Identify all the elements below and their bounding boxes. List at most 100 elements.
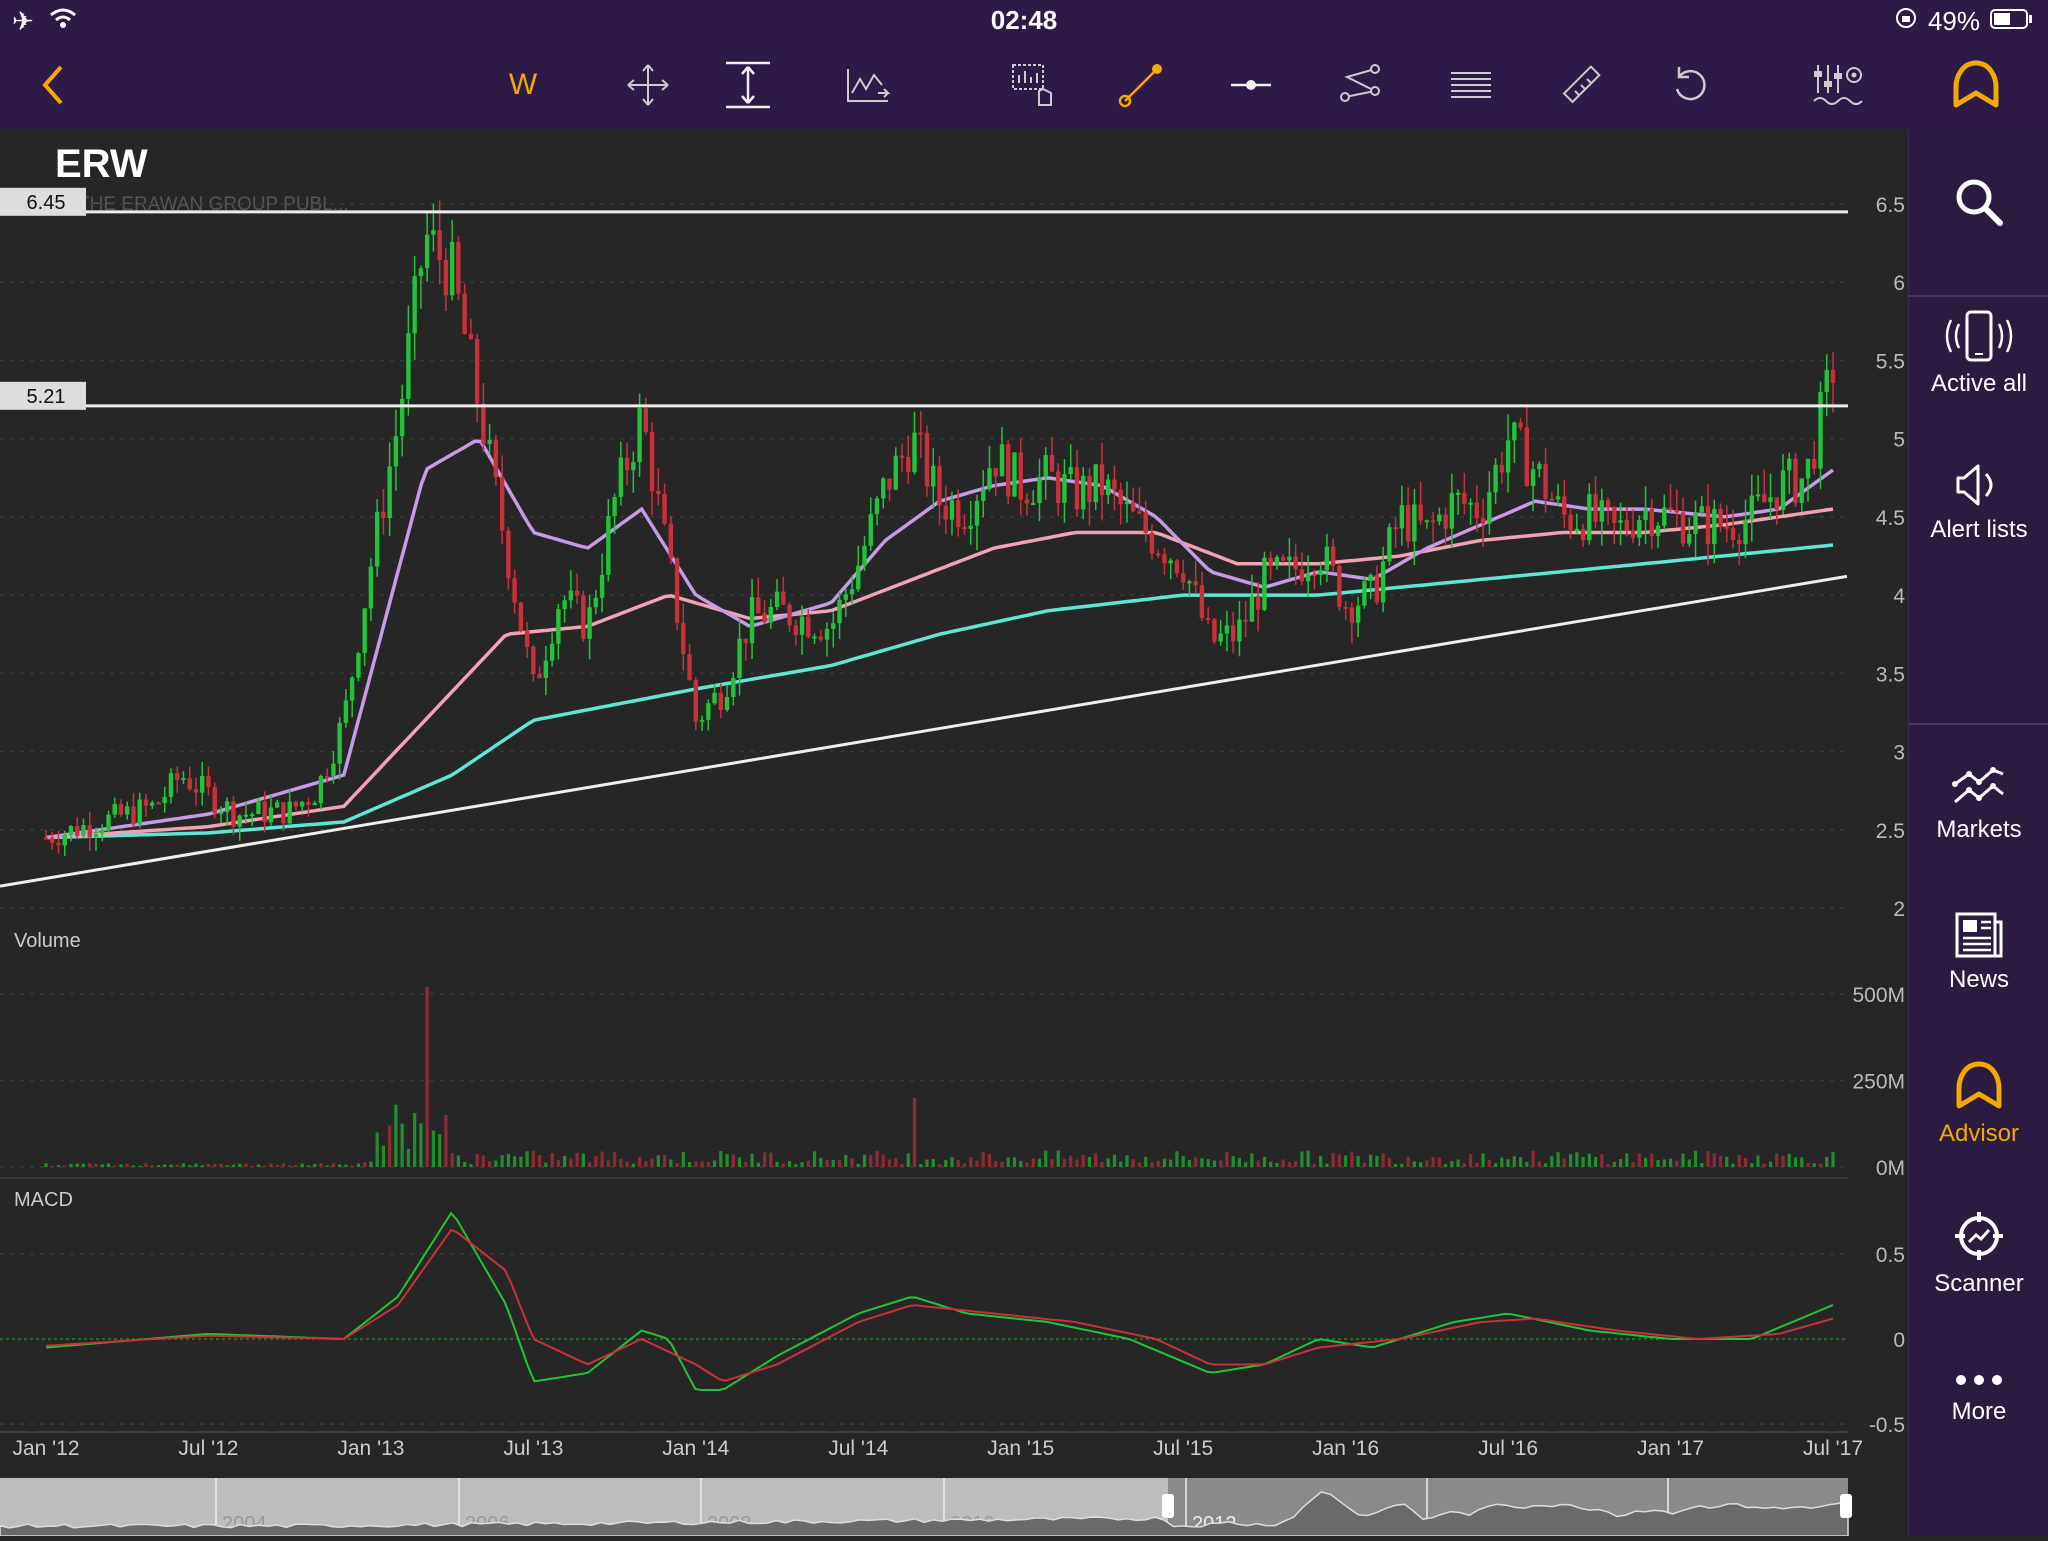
candle-body — [831, 623, 836, 629]
volume-bar — [1144, 1156, 1148, 1167]
candle-body — [737, 638, 742, 679]
candle-body — [1705, 506, 1711, 545]
candle-body — [468, 334, 474, 339]
volume-bar — [131, 1165, 136, 1167]
volume-bar — [194, 1163, 198, 1167]
sidebar-item-active-all[interactable]: Active all — [1909, 310, 2048, 398]
volume-bar — [806, 1160, 810, 1167]
volume-bar — [181, 1163, 186, 1167]
candle-body — [906, 456, 911, 473]
polyline-tool-button[interactable] — [1331, 60, 1391, 110]
candle-body — [1624, 520, 1630, 531]
ma-mid-line — [45, 507, 1834, 840]
candle-body — [456, 241, 461, 294]
volume-bar — [944, 1159, 948, 1167]
candle-body — [556, 609, 561, 644]
candle-body — [987, 468, 992, 489]
horizontal-line-icon — [1231, 80, 1271, 90]
candle-body — [656, 491, 661, 494]
time-axis-tick: Jan '16 — [1312, 1437, 1379, 1460]
ma-long-line — [45, 543, 1834, 840]
candle-body — [587, 607, 592, 639]
trendline-tool-button[interactable] — [1111, 60, 1171, 110]
candle-body — [1530, 469, 1536, 487]
candle-body — [949, 500, 955, 520]
undo-button[interactable] — [1661, 60, 1721, 110]
volume-bar — [1300, 1151, 1304, 1167]
candle-body — [849, 589, 855, 595]
volume-bar — [1387, 1157, 1391, 1167]
volume-bar — [1437, 1157, 1441, 1167]
volume-bar — [987, 1154, 992, 1167]
volume-bar — [281, 1163, 286, 1167]
candle-body — [112, 804, 117, 815]
advisor-toolbar-button[interactable] — [1946, 60, 2006, 110]
candle-body — [824, 628, 830, 640]
fibonacci-tool-button[interactable] — [1441, 60, 1501, 110]
sidebar-item-markets[interactable]: Markets — [1909, 760, 2048, 844]
candle-body — [218, 811, 224, 814]
candle-body — [1162, 554, 1167, 564]
candle-body — [1480, 518, 1486, 524]
candle-body — [1355, 605, 1361, 623]
volume-bar — [1725, 1156, 1729, 1167]
sidebar-item-scanner[interactable]: Scanner — [1909, 1208, 2048, 1298]
candle-body — [1549, 498, 1555, 501]
candle-body — [181, 778, 186, 781]
sidebar-item-more[interactable]: More — [1909, 1368, 2048, 1426]
sidebar-item-advisor[interactable]: Advisor — [1909, 1058, 2048, 1148]
volume-bar — [1125, 1155, 1129, 1167]
candle-body — [1249, 595, 1255, 622]
candle-body — [1087, 475, 1092, 503]
candle-body — [1137, 511, 1142, 514]
sidebar-item-news[interactable]: News — [1909, 910, 2048, 994]
back-button[interactable] — [22, 60, 82, 110]
volume-bar — [1212, 1160, 1217, 1167]
candle-body — [1612, 507, 1617, 523]
volume-bar — [263, 1165, 267, 1167]
indicator-select-button[interactable] — [1003, 60, 1063, 110]
volume-bar — [188, 1165, 192, 1167]
candle-body — [449, 241, 455, 296]
chart-type-button[interactable] — [838, 60, 898, 110]
navigator-left-handle[interactable] — [1162, 1494, 1174, 1518]
candle-body — [1605, 500, 1611, 508]
candle-body — [1412, 504, 1417, 542]
volume-bar — [1587, 1153, 1591, 1167]
candle-body — [1205, 617, 1211, 620]
candle-body — [543, 660, 549, 679]
volume-bar — [144, 1163, 148, 1167]
vertical-scale-button[interactable] — [718, 60, 778, 110]
chart-area[interactable]: ERW THE ERAWAN GROUP PUBL... Volume MACD… — [0, 130, 1908, 1537]
volume-bar — [1681, 1153, 1685, 1167]
scanner-icon — [1955, 1212, 2003, 1260]
volume-bar — [744, 1161, 748, 1167]
volume-bar — [1394, 1163, 1398, 1167]
search-button[interactable] — [1909, 175, 2048, 235]
volume-bar — [56, 1165, 61, 1167]
stock-chart[interactable]: ERW THE ERAWAN GROUP PUBL... Volume MACD… — [0, 130, 1908, 1537]
volume-bar — [1712, 1153, 1716, 1167]
horizontal-line-tool-button[interactable] — [1221, 60, 1281, 110]
candle-body — [100, 830, 105, 834]
candle-body — [343, 700, 349, 723]
sidebar-item-alert-lists[interactable]: Alert lists — [1909, 460, 2048, 544]
volume-bar — [475, 1154, 479, 1167]
volume-bar — [675, 1163, 679, 1167]
period-button[interactable]: W — [493, 60, 553, 110]
chart-settings-button[interactable] — [1808, 60, 1868, 110]
navigator-right-handle[interactable] — [1840, 1494, 1852, 1518]
volume-bar — [600, 1151, 604, 1167]
pan-tool-button[interactable] — [618, 60, 678, 110]
volume-bar — [1031, 1158, 1035, 1167]
candle-body — [599, 574, 605, 598]
candle-body — [512, 578, 517, 603]
sidebar-divider — [1909, 723, 2048, 725]
candle-body — [762, 613, 767, 623]
candle-body — [1224, 625, 1230, 634]
ruler-tool-button[interactable] — [1551, 60, 1611, 110]
candle-body — [374, 511, 380, 567]
volume-bar — [388, 1125, 392, 1167]
candle-body — [356, 653, 361, 678]
volume-bar — [850, 1158, 854, 1167]
